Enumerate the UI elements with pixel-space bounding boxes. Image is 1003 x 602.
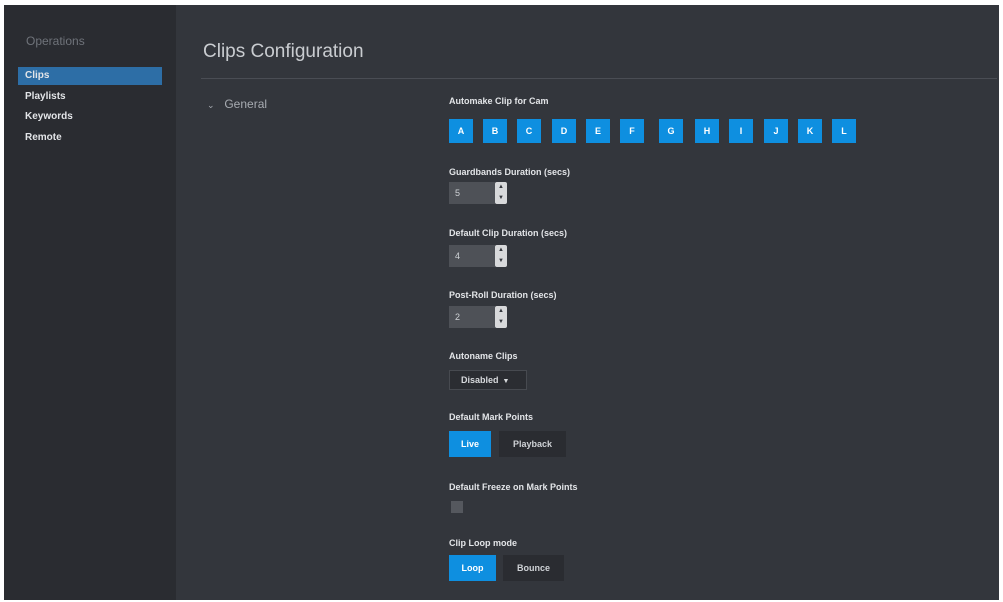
title-divider: [201, 78, 997, 79]
sidebar-heading: Operations: [26, 34, 85, 48]
mark-points-label: Default Mark Points: [449, 412, 534, 422]
cam-button-f[interactable]: F: [620, 119, 644, 143]
sidebar-item-clips[interactable]: Clips: [18, 67, 162, 85]
cam-button-j[interactable]: J: [764, 119, 788, 143]
default-clip-value[interactable]: 4: [449, 245, 495, 267]
cam-button-l[interactable]: L: [832, 119, 856, 143]
decrement-icon[interactable]: ▼: [495, 193, 507, 204]
page-title: Clips Configuration: [203, 41, 364, 62]
default-clip-label: Default Clip Duration (secs): [449, 228, 568, 238]
cam-button-a[interactable]: A: [449, 119, 473, 143]
post-roll-stepper[interactable]: 2 ▲ ▼: [449, 306, 513, 328]
section-toggle-general[interactable]: ⌄ General: [207, 97, 267, 111]
post-roll-value[interactable]: 2: [449, 306, 495, 328]
loop-mode-bounce-button[interactable]: Bounce: [503, 555, 564, 581]
sidebar-item-remote[interactable]: Remote: [18, 129, 162, 147]
mark-points-live-button[interactable]: Live: [449, 431, 491, 457]
increment-icon[interactable]: ▲: [495, 182, 507, 193]
guardbands-value[interactable]: 5: [449, 182, 495, 204]
autoname-selected: Disabled: [461, 375, 499, 385]
cam-button-b[interactable]: B: [483, 119, 507, 143]
autoname-label: Autoname Clips: [449, 351, 518, 361]
automake-label: Automake Clip for Cam: [449, 96, 549, 106]
sidebar-item-playlists[interactable]: Playlists: [18, 88, 162, 106]
loop-mode-loop-button[interactable]: Loop: [449, 555, 496, 581]
sidebar: Operations Clips Playlists Keywords Remo…: [4, 5, 176, 600]
decrement-icon[interactable]: ▼: [495, 256, 507, 267]
guardbands-stepper[interactable]: 5 ▲ ▼: [449, 182, 513, 204]
cam-button-h[interactable]: H: [695, 119, 719, 143]
app-window: Operations Clips Playlists Keywords Remo…: [4, 5, 999, 600]
chevron-down-icon: ⌄: [207, 100, 215, 110]
mark-points-playback-button[interactable]: Playback: [499, 431, 566, 457]
loop-mode-label: Clip Loop mode: [449, 538, 517, 548]
post-roll-spinner[interactable]: ▲ ▼: [495, 306, 507, 328]
default-clip-stepper[interactable]: 4 ▲ ▼: [449, 245, 513, 267]
increment-icon[interactable]: ▲: [495, 306, 507, 317]
decrement-icon[interactable]: ▼: [495, 317, 507, 328]
freeze-label: Default Freeze on Mark Points: [449, 482, 578, 492]
default-clip-spinner[interactable]: ▲ ▼: [495, 245, 507, 267]
autoname-select[interactable]: Disabled ▼: [449, 370, 527, 390]
increment-icon[interactable]: ▲: [495, 245, 507, 256]
guardbands-spinner[interactable]: ▲ ▼: [495, 182, 507, 204]
sidebar-item-keywords[interactable]: Keywords: [18, 108, 162, 126]
cam-button-c[interactable]: C: [517, 119, 541, 143]
cam-button-g[interactable]: G: [659, 119, 683, 143]
freeze-checkbox[interactable]: [451, 501, 463, 513]
cam-button-d[interactable]: D: [552, 119, 576, 143]
post-roll-label: Post-Roll Duration (secs): [449, 290, 557, 300]
guardbands-label: Guardbands Duration (secs): [449, 167, 571, 177]
cam-button-i[interactable]: I: [729, 119, 753, 143]
cam-button-e[interactable]: E: [586, 119, 610, 143]
section-label: General: [224, 97, 268, 111]
caret-down-icon: ▼: [502, 378, 510, 385]
cam-button-k[interactable]: K: [798, 119, 822, 143]
